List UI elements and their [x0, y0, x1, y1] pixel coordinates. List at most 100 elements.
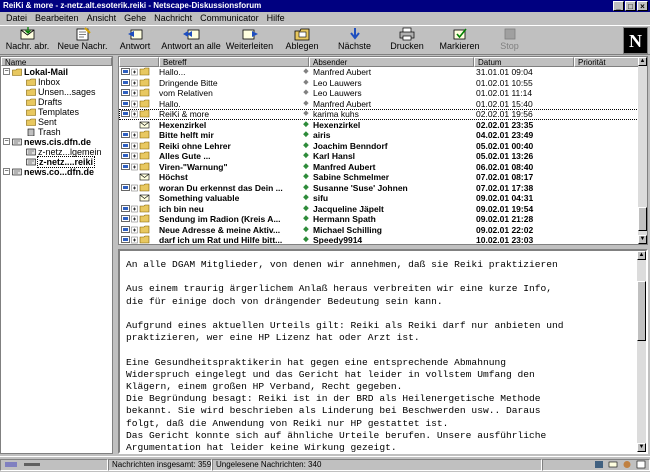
message-list-scrollbar[interactable]: ▲ ▼ — [638, 57, 647, 244]
message-row[interactable]: Hallo... Manfred Aubert 31.01.01 09:04 ◆ — [119, 67, 639, 78]
read-status-icon[interactable]: ◆ — [302, 120, 310, 131]
folder-item[interactable]: − news.co...dfn.de — [1, 167, 112, 177]
minimize-button[interactable]: _ — [613, 1, 624, 11]
stop-button[interactable]: Stop — [487, 26, 532, 54]
column-thread-header[interactable] — [119, 57, 159, 67]
thread-icons[interactable] — [121, 172, 159, 182]
message-row[interactable]: ReiKi & more karima kuhs 02.02.01 19:56 ◆ — [119, 109, 639, 120]
reply-all-button[interactable]: Antwort an alle — [160, 26, 222, 54]
thread-icons[interactable] — [121, 225, 159, 235]
menu-gehe[interactable]: Gehe — [120, 12, 150, 24]
message-row[interactable]: Something valuable sifu 09.02.01 04:31 ◆ — [119, 193, 639, 204]
folder-item[interactable]: − Lokal-Mail — [1, 67, 112, 77]
thread-icons[interactable] — [121, 130, 159, 140]
message-row[interactable]: Bitte helft mir airis 04.02.01 23:49 ◆ — [119, 130, 639, 141]
get-messages-button[interactable]: Nachr. abr. — [0, 26, 55, 54]
read-status-icon[interactable]: ◆ — [302, 109, 310, 120]
menu-hilfe[interactable]: Hilfe — [263, 12, 289, 24]
message-row[interactable]: Reiki ohne Lehrer Joachim Benndorf 05.02.0… — [119, 141, 639, 152]
read-status-icon[interactable]: ◆ — [302, 67, 310, 78]
netscape-logo[interactable]: N — [623, 27, 648, 54]
folder-item[interactable]: z-netz....reiki — [1, 156, 112, 168]
scroll-up-button[interactable]: ▲ — [638, 57, 647, 66]
message-row[interactable]: darf ich um Rat und Hilfe bitt... Speedy9… — [119, 235, 639, 244]
column-betreff-header[interactable]: Betreff — [159, 57, 309, 67]
mail-icon[interactable] — [608, 460, 618, 469]
read-status-icon[interactable]: ◆ — [302, 193, 310, 204]
thread-icons[interactable] — [121, 214, 159, 224]
read-status-icon[interactable]: ◆ — [302, 151, 310, 162]
scroll-down-button[interactable]: ▼ — [637, 443, 646, 452]
menu-ansicht[interactable]: Ansicht — [83, 12, 121, 24]
composer-icon[interactable] — [636, 460, 646, 469]
folder-item[interactable]: Templates — [1, 107, 112, 117]
expand-toggle-icon[interactable]: − — [3, 68, 10, 75]
maximize-button[interactable]: □ — [625, 1, 636, 11]
close-button[interactable]: × — [637, 1, 648, 11]
file-button[interactable]: Ablegen — [277, 26, 327, 54]
reply-button[interactable]: Antwort — [110, 26, 160, 54]
message-row[interactable]: Neue Adresse & meine Aktiv... Michael Sch… — [119, 225, 639, 236]
message-row[interactable]: Viren-"Warnung" Manfred Aubert 06.02.01 08… — [119, 162, 639, 173]
folder-item[interactable]: − news.cis.dfn.de — [1, 137, 112, 147]
scroll-down-button[interactable]: ▼ — [638, 235, 647, 244]
thread-icons[interactable] — [121, 120, 159, 130]
read-status-icon[interactable]: ◆ — [302, 78, 310, 89]
read-status-icon[interactable]: ◆ — [302, 204, 310, 215]
folder-item[interactable]: Trash — [1, 127, 112, 137]
thread-icons[interactable] — [121, 235, 159, 244]
read-status-icon[interactable]: ◆ — [302, 214, 310, 225]
discussions-icon[interactable] — [622, 460, 632, 469]
read-status-icon[interactable]: ◆ — [302, 162, 310, 173]
folder-item[interactable]: Sent — [1, 117, 112, 127]
read-status-icon[interactable]: ◆ — [302, 130, 310, 141]
new-message-button[interactable]: Neue Nachr. — [55, 26, 110, 54]
message-row[interactable]: vom Relativen Leo Lauwers 01.02.01 11:14 ◆ — [119, 88, 639, 99]
print-button[interactable]: Drucken — [382, 26, 432, 54]
thread-icons[interactable] — [121, 78, 159, 88]
folder-item[interactable]: Inbox — [1, 77, 112, 87]
folder-item[interactable]: Unsen...sages — [1, 87, 112, 97]
read-status-icon[interactable]: ◆ — [302, 235, 310, 244]
next-button[interactable]: Nächste — [327, 26, 382, 54]
thread-icons[interactable] — [121, 67, 159, 77]
menu-nachricht[interactable]: Nachricht — [150, 12, 196, 24]
scroll-up-button[interactable]: ▲ — [637, 251, 646, 260]
scroll-thumb[interactable] — [637, 281, 646, 341]
message-row[interactable]: Höchst Sabine Schmelmer 07.02.01 08:17 ◆ — [119, 172, 639, 183]
thread-icons[interactable] — [121, 88, 159, 98]
thread-icons[interactable] — [121, 162, 159, 172]
read-status-icon[interactable]: ◆ — [302, 225, 310, 236]
message-row[interactable]: Hallo. Manfred Aubert 01.02.01 15:40 ◆ — [119, 99, 639, 110]
expand-toggle-icon[interactable]: − — [3, 138, 10, 145]
thread-icons[interactable] — [121, 183, 159, 193]
column-priority-header[interactable]: Priorität — [574, 57, 640, 67]
folder-item[interactable]: Drafts — [1, 97, 112, 107]
thread-icons[interactable] — [121, 141, 159, 151]
message-row[interactable]: woran Du erkennst das Dein ... Susanne 'S… — [119, 183, 639, 194]
mark-button[interactable]: Markieren — [432, 26, 487, 54]
read-status-icon[interactable]: ◆ — [302, 99, 310, 110]
message-row[interactable]: Alles Gute ... Karl Hansl 05.02.01 13:26 ◆ — [119, 151, 639, 162]
thread-icons[interactable] — [121, 109, 159, 119]
menu-bearbeiten[interactable]: Bearbeiten — [31, 12, 83, 24]
menu-communicator[interactable]: Communicator — [196, 12, 263, 24]
read-status-icon[interactable]: ◆ — [302, 88, 310, 99]
scroll-thumb[interactable] — [638, 207, 647, 231]
thread-icons[interactable] — [121, 99, 159, 109]
folder-item[interactable]: z-netz...lgemein — [1, 147, 112, 157]
read-status-icon[interactable]: ◆ — [302, 141, 310, 152]
title-bar[interactable]: ReiKi & more - z-netz.alt.esoterik.reiki… — [0, 0, 650, 12]
forward-button[interactable]: Weiterleiten — [222, 26, 277, 54]
message-row[interactable]: Dringende Bitte Leo Lauwers 01.02.01 10:55… — [119, 78, 639, 89]
read-status-icon[interactable]: ◆ — [302, 183, 310, 194]
menu-datei[interactable]: Datei — [2, 12, 31, 24]
column-absender-header[interactable]: Absender — [309, 57, 474, 67]
message-row[interactable]: Hexenzirkel Hexenzirkel 02.02.01 23:35 ◆ — [119, 120, 639, 131]
navigator-icon[interactable] — [594, 460, 604, 469]
thread-icons[interactable] — [121, 151, 159, 161]
message-row[interactable]: Sendung im Radion (Kreis A... Hermann Spa… — [119, 214, 639, 225]
expand-toggle-icon[interactable]: − — [3, 168, 10, 175]
thread-icons[interactable] — [121, 204, 159, 214]
column-datum-header[interactable]: Datum — [474, 57, 574, 67]
